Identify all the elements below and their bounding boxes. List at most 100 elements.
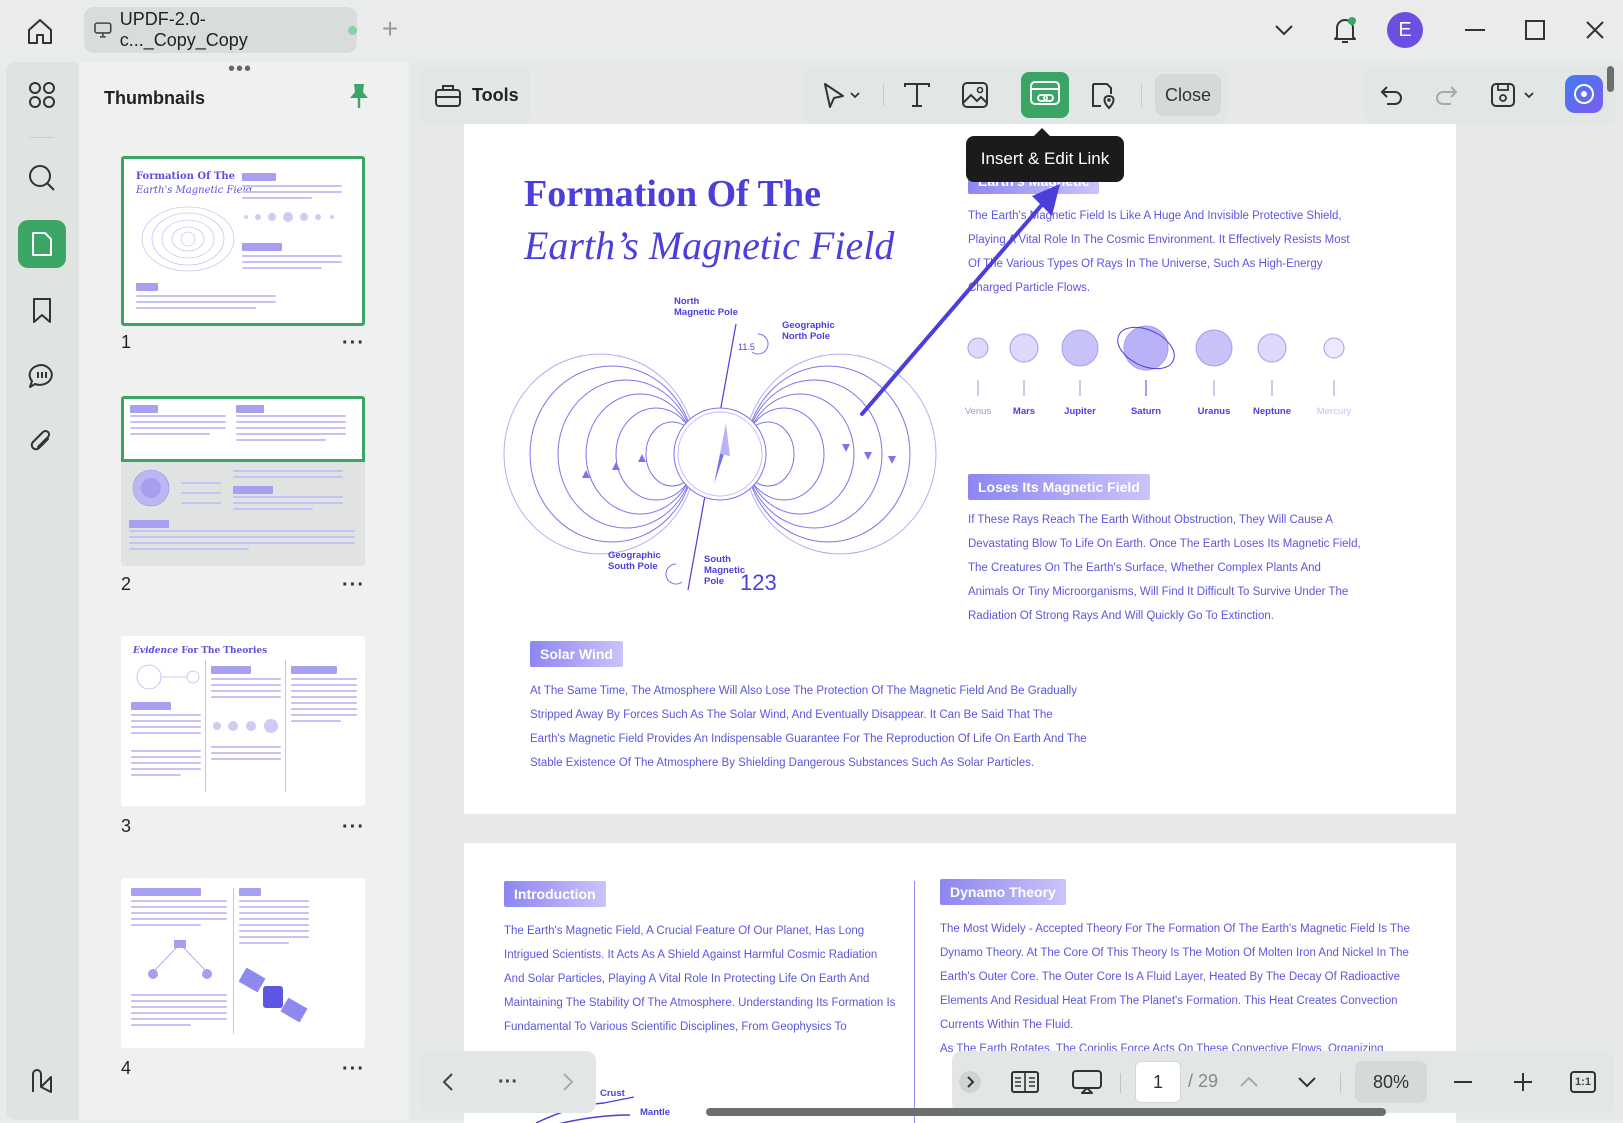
thumbnail-planets [244, 212, 334, 222]
thumbnail-title: Evidence For The Theories [133, 646, 267, 656]
plus-icon [1514, 1073, 1532, 1091]
collapse-statusbar-button[interactable] [952, 1061, 988, 1103]
thumbnail-more-button[interactable]: ··· [342, 1059, 365, 1079]
next-page-button[interactable] [1286, 1061, 1328, 1103]
close-icon [1586, 21, 1604, 39]
monitor-icon [94, 22, 112, 38]
thumbnails-button[interactable] [18, 220, 66, 268]
comments-button[interactable] [18, 352, 66, 400]
tabs-dropdown-button[interactable] [1264, 10, 1304, 50]
thumbnail-more-button[interactable]: ··· [342, 333, 365, 353]
search-button[interactable] [18, 154, 66, 202]
toolbar-divider [1141, 84, 1142, 106]
page-icon [32, 232, 52, 256]
minimize-icon [1465, 29, 1485, 31]
presentation-button[interactable] [1066, 1061, 1108, 1103]
thumbnail-diagram [141, 206, 235, 272]
paperclip-icon [30, 429, 51, 451]
chevron-right-icon [563, 1073, 574, 1091]
attachments-button[interactable] [18, 418, 66, 466]
thumbnail-orbit-diagram [136, 664, 200, 690]
thumbnail-page-3[interactable]: Evidence For The Theories [121, 636, 365, 806]
next-button[interactable] [546, 1061, 590, 1103]
section-tag-dynamo-theory: Dynamo Theory [940, 879, 1066, 905]
chevron-down-icon [1275, 25, 1293, 36]
vertical-scrollbar[interactable] [1607, 66, 1614, 92]
section-tag-solar-wind: Solar Wind [530, 641, 623, 667]
search-icon [29, 165, 55, 191]
page-location-icon [1092, 83, 1115, 110]
thumbnail-earth-layers [132, 469, 170, 507]
thumbnail-page-2[interactable] [121, 396, 365, 566]
more-options-button[interactable]: ··· [486, 1061, 530, 1103]
add-image-button[interactable] [951, 72, 999, 118]
panel-title: Thumbnails [104, 88, 206, 108]
select-tool-button[interactable] [811, 72, 871, 118]
ai-assistant-button[interactable] [1565, 75, 1603, 113]
new-tab-button[interactable]: + [376, 15, 404, 44]
thumbnail-page-1[interactable]: Formation Of The Earth's Magnetic Field [121, 156, 365, 326]
home-icon [28, 19, 52, 44]
section-body-loses-magnetic-field: If These Rays Reach The Earth Without Ob… [968, 514, 1361, 622]
save-button[interactable] [1485, 74, 1541, 116]
two-page-icon [1011, 1071, 1039, 1093]
close-edit-button[interactable]: Close [1155, 74, 1221, 116]
bookmarks-button[interactable] [18, 286, 66, 334]
chevron-up-icon [1240, 1076, 1258, 1087]
thumbnail-title-rest: For The Theories [181, 646, 268, 656]
add-location-button[interactable] [1079, 72, 1127, 118]
south-magnetic-pole-label: South Magnetic Pole [704, 554, 746, 587]
document-tab-title: UPDF-2.0-c..._Copy_Copy [119, 9, 248, 50]
panel-drag-handle[interactable]: ••• [228, 59, 252, 79]
status-bar: 1 / 29 80% 1:1 [952, 1051, 1614, 1113]
thumbnail-title: Formation Of The [136, 171, 235, 182]
thumbnail-more-button[interactable]: ··· [342, 575, 365, 595]
zoom-in-button[interactable] [1502, 1061, 1544, 1103]
saved-status-dot [348, 25, 357, 35]
thumbnail-title-italic: Evidence [133, 646, 179, 656]
current-page-input[interactable]: 1 [1135, 1061, 1181, 1103]
zoom-out-button[interactable] [1442, 1061, 1484, 1103]
ai-assistant-icon [1574, 84, 1594, 104]
geographic-north-pole-label: Geographic North Pole [782, 320, 835, 342]
annotation-arrow[interactable] [850, 176, 1070, 428]
right-toolbar [1365, 66, 1617, 124]
notifications-button[interactable] [1325, 10, 1365, 50]
add-text-button[interactable] [893, 72, 941, 118]
mantle-label: Mantle [640, 1107, 671, 1118]
tilt-angle-label: 11.5 [738, 342, 755, 352]
slideshow-icon [1072, 1070, 1102, 1094]
close-window-button[interactable] [1575, 10, 1615, 50]
tools-button[interactable]: Tools [420, 66, 530, 124]
pin-icon [350, 84, 368, 108]
pin-panel-button[interactable] [348, 82, 370, 115]
user-avatar[interactable]: E [1387, 12, 1423, 48]
insert-link-button[interactable] [1021, 72, 1069, 118]
thumbnail-page-4[interactable] [121, 878, 365, 1048]
undo-icon [1380, 86, 1402, 105]
zoom-level-dropdown[interactable]: 80% [1355, 1061, 1427, 1103]
redo-button[interactable] [1425, 74, 1467, 116]
rail-divider [30, 137, 54, 138]
thumbnail-more-button[interactable]: ··· [342, 817, 365, 837]
section-body-dynamo-theory: The Most Widely - Accepted Theory For Th… [940, 923, 1410, 1031]
horizontal-scrollbar[interactable] [706, 1108, 1386, 1116]
document-tab[interactable]: UPDF-2.0-c..._Copy_Copy [84, 7, 357, 53]
toolbar-divider [883, 84, 884, 106]
bookmark-icon [33, 298, 51, 323]
updf-logo-icon [32, 1069, 52, 1093]
minus-icon [1454, 1081, 1472, 1083]
apps-button[interactable] [18, 71, 66, 119]
previous-page-button[interactable] [1228, 1061, 1270, 1103]
updf-logo-button[interactable] [18, 1058, 66, 1106]
thumbnail-number: 1 [121, 332, 132, 352]
undo-button[interactable] [1371, 74, 1413, 116]
comment-icon [28, 363, 53, 388]
maximize-button[interactable] [1515, 10, 1555, 50]
chevron-down-icon [1298, 1077, 1316, 1088]
home-button[interactable] [22, 14, 58, 48]
minimize-button[interactable] [1455, 10, 1495, 50]
previous-button[interactable] [426, 1061, 470, 1103]
page-layout-button[interactable] [1004, 1061, 1046, 1103]
actual-size-button[interactable]: 1:1 [1562, 1061, 1604, 1103]
